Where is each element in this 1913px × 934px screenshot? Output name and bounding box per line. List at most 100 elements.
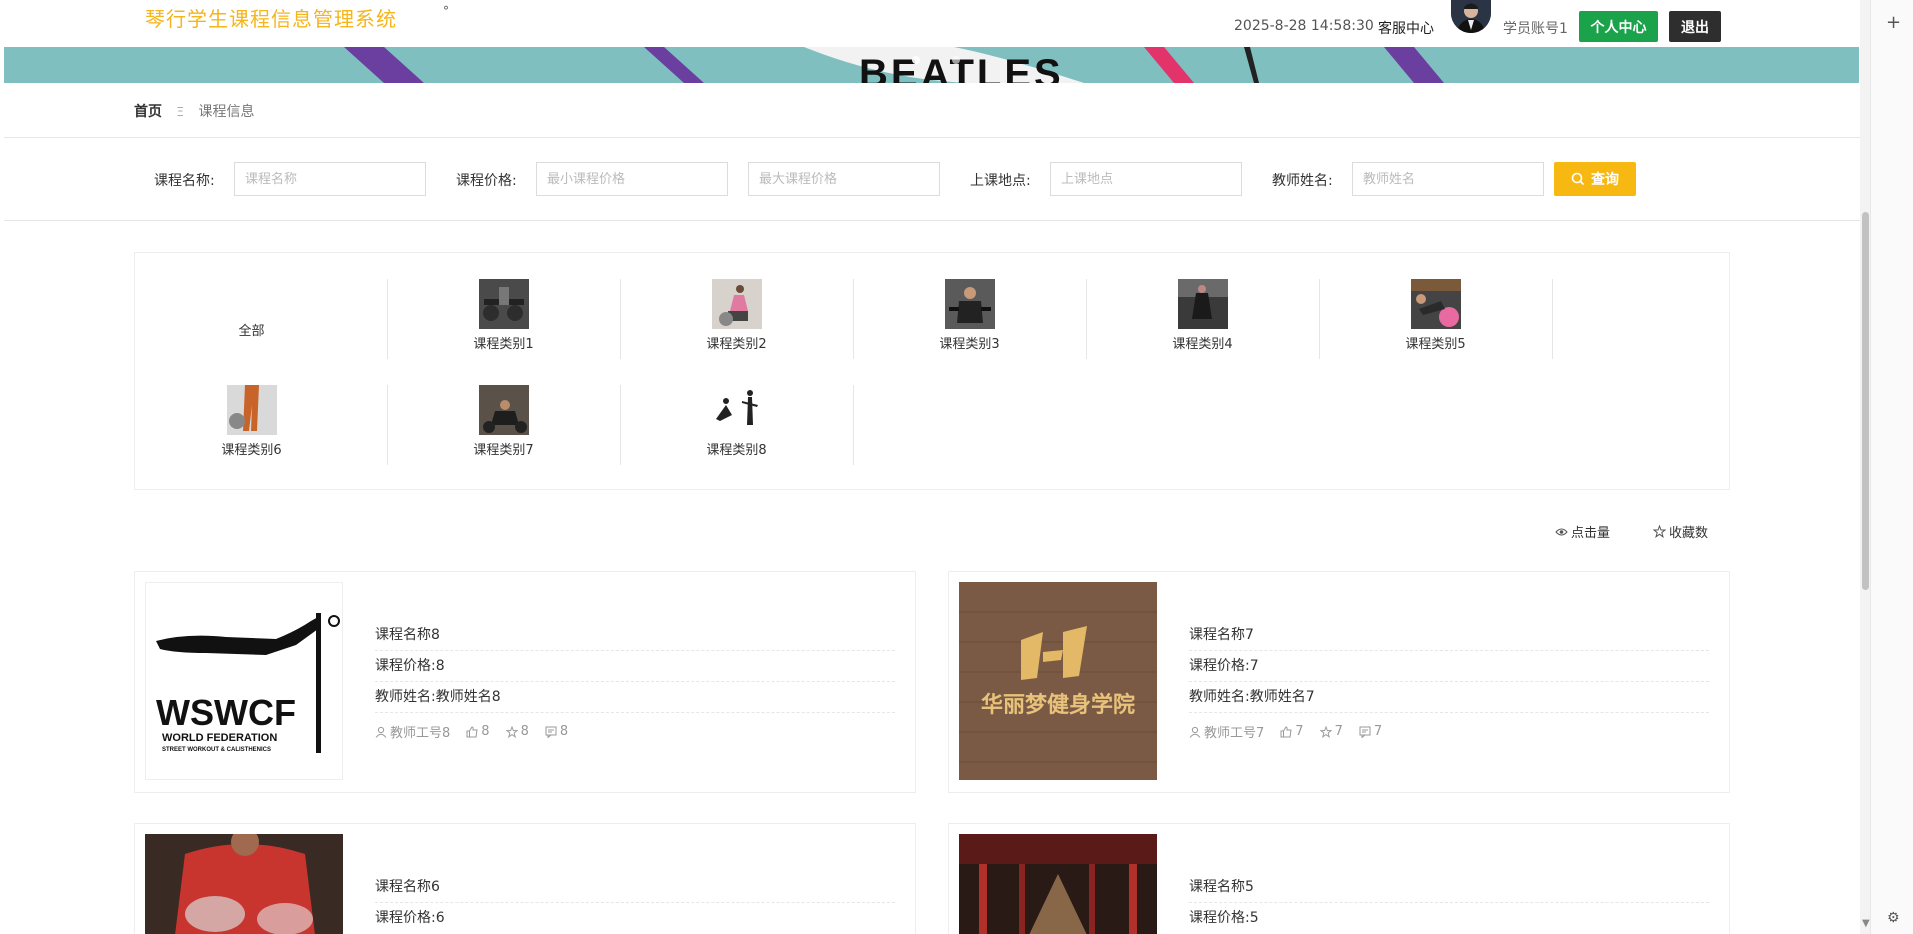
sort-by-clicks[interactable]: 点击量 [1555,522,1610,541]
course-teacher: 教师姓名:教师姓名8 [375,686,895,713]
svg-text:BEATLES: BEATLES [859,52,1064,83]
avatar[interactable] [1451,0,1491,33]
category-label: 课程类别6 [221,442,282,458]
page: 琴行学生课程信息管理系统 ° 2025-8-28 14:58:30 客服中心 学… [0,0,1868,934]
breadcrumb: 首页 Ξ 课程信息 [134,101,255,121]
category-all[interactable]: 全部 [135,287,368,371]
category-item-5[interactable]: 课程类别5 [1319,273,1552,357]
sort-clicks-label: 点击量 [1571,526,1611,541]
category-item-2[interactable]: 课程类别2 [620,273,853,357]
logo-subtitle: STREET WORKOUT & CALISTHENICS [162,747,271,753]
category-thumbnail [944,278,995,329]
favorite-count: 8 [505,722,529,741]
comment-count: 8 [545,722,568,741]
teacher-label: 教师姓名: [1272,173,1333,189]
category-item-3[interactable]: 课程类别3 [853,273,1086,357]
course-card[interactable]: 课程名称5 课程价格:5 [948,823,1730,934]
banner-carousel[interactable]: BEATLES [4,47,1859,83]
sort-by-favorites[interactable]: 收藏数 [1653,522,1708,541]
plus-icon[interactable]: + [1886,12,1901,33]
course-name-input[interactable] [234,162,426,196]
category-thumbnail [226,384,277,435]
category-thumbnail [478,384,529,435]
divider [4,220,1860,221]
category-item-1[interactable]: 课程类别1 [387,273,620,357]
category-label: 课程类别4 [1172,336,1233,352]
breadcrumb-separator: Ξ [176,105,185,119]
course-name[interactable]: 课程名称7 [1189,624,1709,651]
logo-text: 华丽梦健身学院 [981,692,1135,718]
sort-favorites-label: 收藏数 [1669,526,1709,541]
customer-service-link[interactable]: 客服中心 [1378,18,1434,38]
category-label: 课程类别1 [473,336,534,352]
course-price: 课程价格:5 [1189,910,1259,926]
course-card[interactable]: 课程名称6 课程价格:6 [134,823,916,934]
course-name[interactable]: 课程名称5 [1189,876,1709,903]
logout-button[interactable]: 退出 [1669,11,1721,42]
account-name: 学员账号1 [1503,21,1568,37]
category-thumbnail [478,278,529,329]
teacher-number: 教师工号7 [1189,722,1264,741]
category-divider [1552,279,1553,359]
category-label: 课程类别8 [706,442,767,458]
logo-subtitle: WORLD FEDERATION [162,732,277,744]
course-price: 课程价格:8 [375,655,895,682]
thumbs-up-icon [466,725,478,737]
category-label: 课程类别5 [1405,336,1466,352]
max-price-input[interactable] [748,162,940,196]
category-item-6[interactable]: 课程类别6 [135,379,368,463]
scroll-down-arrow-icon[interactable]: ▼ [1862,918,1870,929]
course-name[interactable]: 课程名称6 [375,876,895,903]
scrollbar-thumb[interactable] [1862,212,1869,590]
price-label: 课程价格: [456,173,517,189]
location-input[interactable] [1050,162,1242,196]
site-title[interactable]: 琴行学生课程信息管理系统 [145,3,397,32]
search-button-label: 查询 [1591,172,1619,188]
course-card[interactable]: 华丽梦健身学院 课程名称7 课程价格:7 教师姓名:教师姓名7 教师工号7 7 … [948,571,1730,793]
course-meta: 教师工号7 7 7 7 [1189,722,1382,741]
category-item-8[interactable]: 课程类别8 [620,379,853,463]
banner-image: BEATLES [4,47,1859,83]
course-price: 课程价格:6 [375,910,445,926]
category-thumbnail [711,384,762,435]
category-thumbnail [1410,278,1461,329]
thumbs-up-icon [1280,725,1292,737]
category-label: 课程类别2 [706,336,767,352]
course-image: 华丽梦健身学院 [959,582,1157,780]
category-thumbnail [711,278,762,329]
course-price: 课程价格:7 [1189,655,1709,682]
category-panel: 全部 课程类别1 课程类别2 课程类别3 课程类别4 课程类别5 课程类别6 课… [134,252,1730,490]
course-card[interactable]: WSWCF WORLD FEDERATION STREET WORKOUT & … [134,571,916,793]
category-item-4[interactable]: 课程类别4 [1086,273,1319,357]
browser-side-panel [1870,0,1913,934]
course-teacher: 教师姓名:教师姓名7 [1189,686,1709,713]
category-label: 课程类别3 [939,336,1000,352]
min-price-input[interactable] [536,162,728,196]
course-image: WSWCF WORLD FEDERATION STREET WORKOUT & … [145,582,343,780]
title-dot: ° [443,4,449,18]
star-icon [1319,725,1332,738]
current-datetime: 2025-8-28 14:58:30 [1234,18,1374,34]
logo-text: WSWCF [156,692,296,733]
category-thumbnail [1177,278,1228,329]
gear-icon[interactable]: ⚙ [1887,910,1900,926]
eye-icon [1555,528,1568,535]
teacher-number: 教师工号8 [375,722,450,741]
comment-icon [545,726,557,738]
course-name-label: 课程名称: [154,173,215,189]
search-button[interactable]: 查询 [1554,162,1636,196]
category-label: 全部 [238,323,265,339]
user-icon [1189,726,1201,738]
breadcrumb-home[interactable]: 首页 [134,104,162,120]
category-label: 课程类别7 [473,442,534,458]
personal-center-button[interactable]: 个人中心 [1579,11,1658,42]
teacher-input[interactable] [1352,162,1544,196]
course-name[interactable]: 课程名称8 [375,624,895,651]
user-icon [375,726,387,738]
category-item-7[interactable]: 课程类别7 [387,379,620,463]
star-icon [1653,525,1666,538]
star-icon [505,725,518,738]
top-header: 琴行学生课程信息管理系统 ° 2025-8-28 14:58:30 客服中心 学… [0,0,1868,47]
like-count: 8 [466,722,490,741]
course-image [959,834,1157,934]
